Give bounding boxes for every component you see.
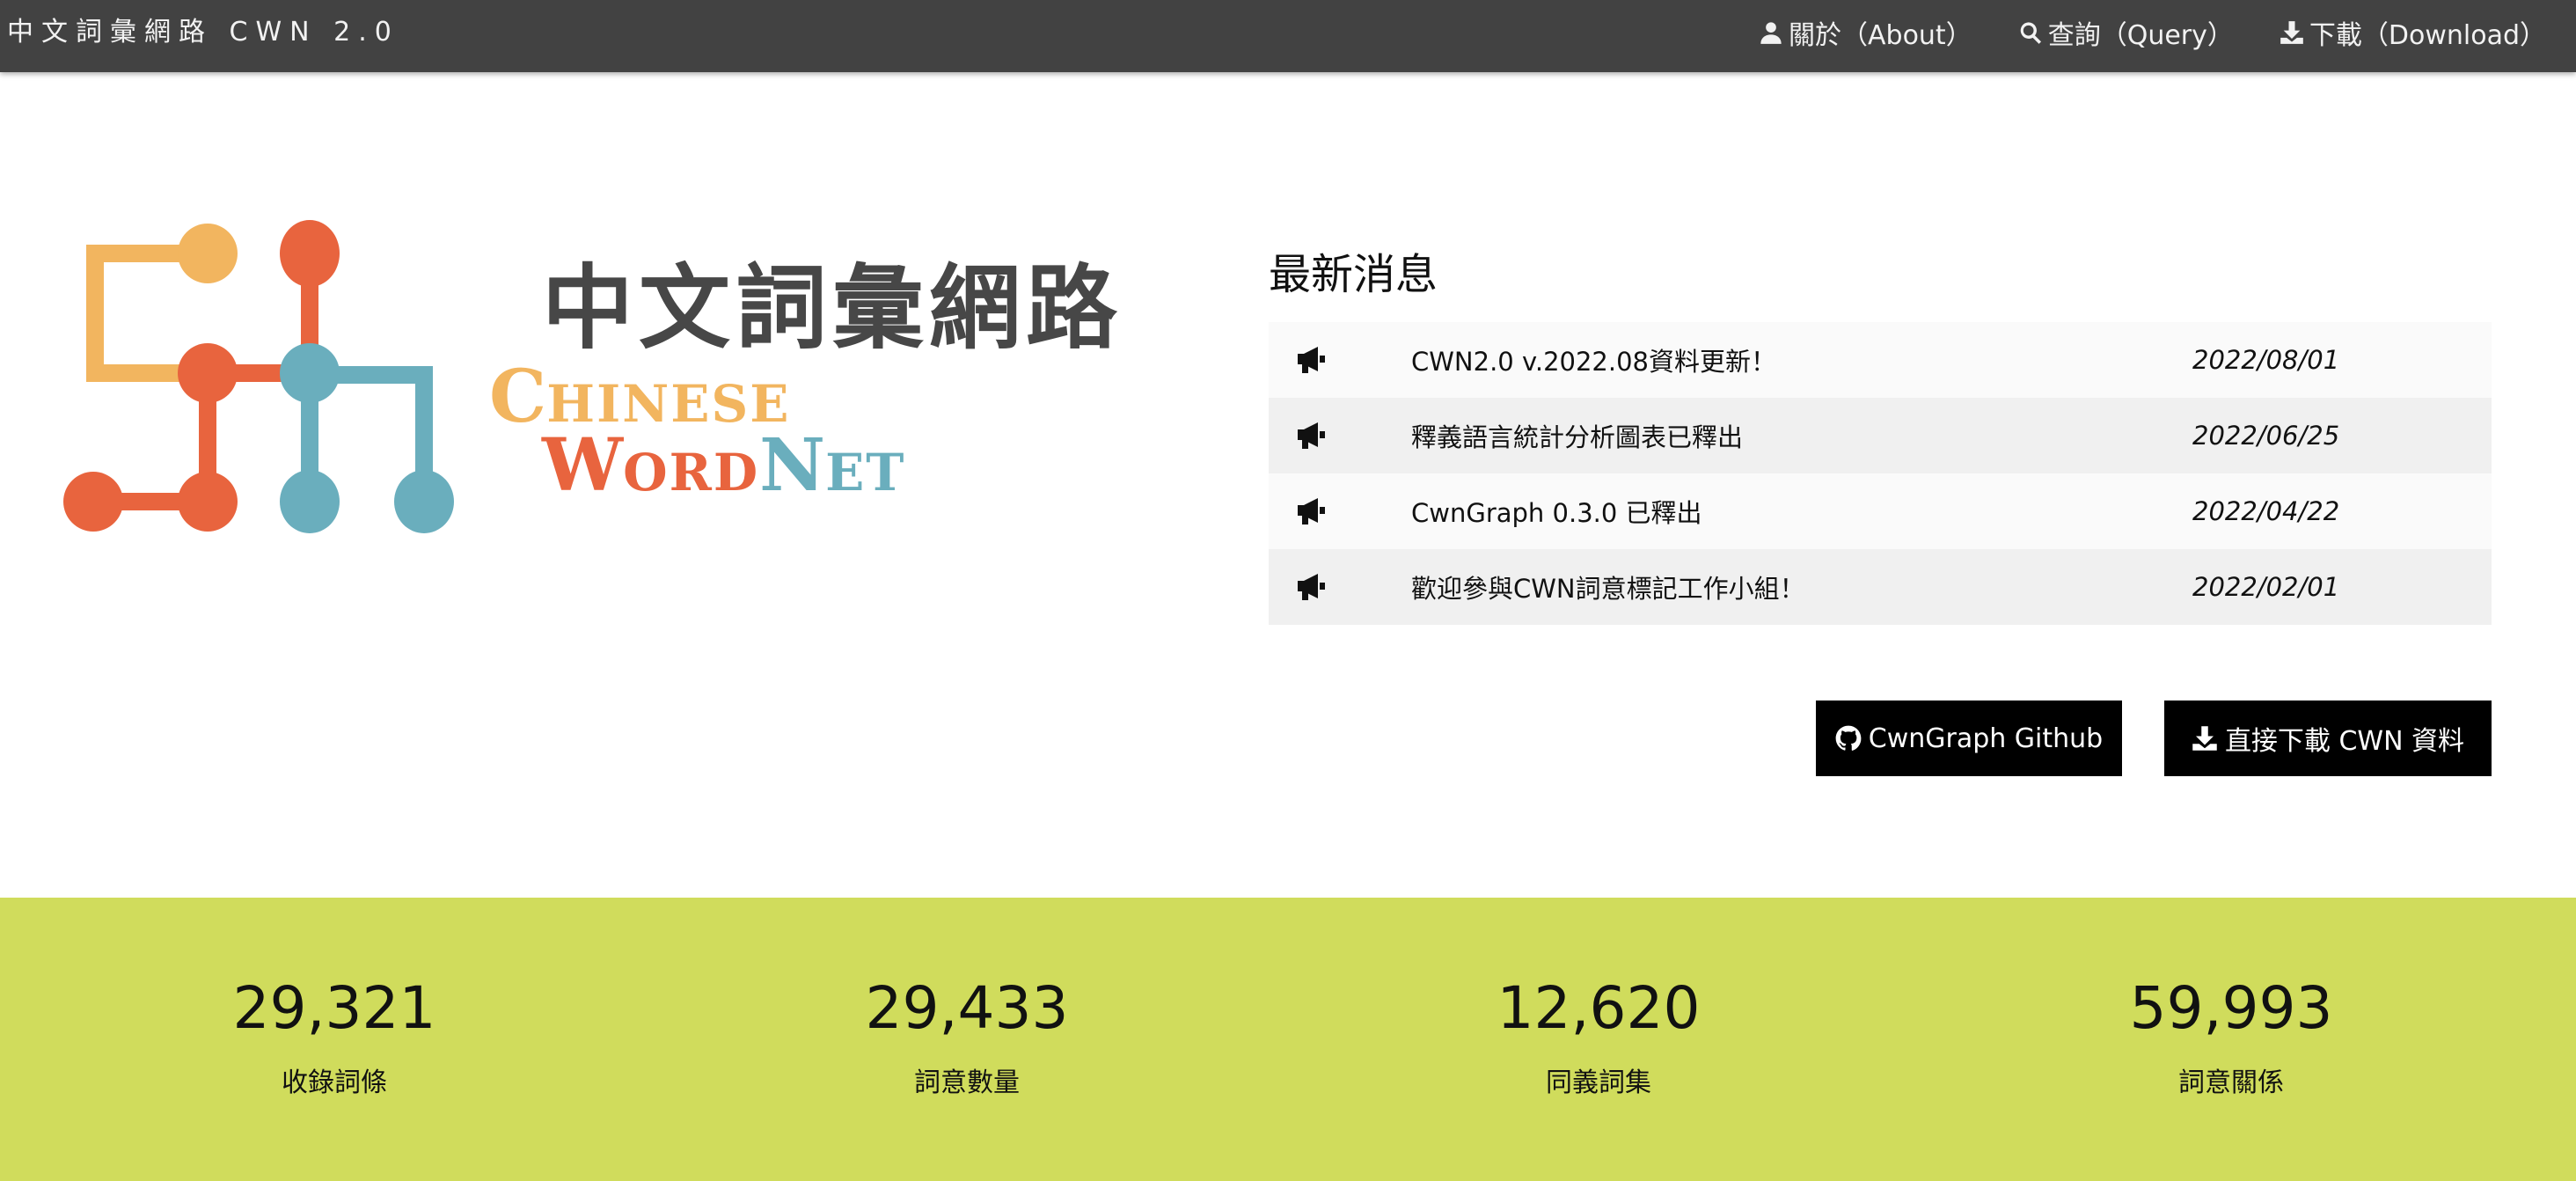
megaphone-icon xyxy=(1295,496,1327,526)
stat-entries: 29,321 收錄詞條 xyxy=(114,974,554,1099)
stat-value: 59,993 xyxy=(2129,974,2333,1042)
top-navbar: 中文詞彙網路 CWN 2.0 關於（About） 查詢（Query） 下載（Do… xyxy=(0,0,2576,72)
nav-link-download-label: 下載（Download） xyxy=(2309,20,2546,51)
stat-relations: 59,993 詞意關係 xyxy=(2011,974,2451,1099)
stat-label: 詞意數量 xyxy=(914,1067,1020,1098)
megaphone-icon xyxy=(1295,572,1327,602)
stat-label: 收錄詞條 xyxy=(282,1067,387,1098)
logo-english-chinese: CHINESE xyxy=(489,361,791,433)
news-item-date: 2022/06/25 xyxy=(2192,421,2340,451)
stat-label: 詞意關係 xyxy=(2178,1067,2284,1098)
stat-synsets: 12,620 同義詞集 xyxy=(1379,974,1819,1099)
nav-link-about-label: 關於（About） xyxy=(1789,20,1972,51)
news-item[interactable]: CWN2.0 v.2022.08資料更新！ 2022/08/01 xyxy=(1269,322,2492,398)
megaphone-icon xyxy=(1295,421,1327,451)
news-item-date: 2022/08/01 xyxy=(2192,345,2340,375)
stats-section: 29,321 收錄詞條 29,433 詞意數量 12,620 同義詞集 59,9… xyxy=(0,898,2576,1181)
news-list: CWN2.0 v.2022.08資料更新！ 2022/08/01 釋義語言統計分… xyxy=(1269,322,2492,625)
news-item-text[interactable]: CwnGraph 0.3.0 已釋出 xyxy=(1411,493,1702,530)
network-graph-logo-mark xyxy=(63,220,454,533)
stat-senses: 29,433 詞意數量 xyxy=(747,974,1187,1099)
cwngraph-github-button-label: CwnGraph Github xyxy=(1868,723,2104,754)
news-item-date: 2022/04/22 xyxy=(2192,496,2340,526)
news-title: 最新消息 xyxy=(1269,250,1438,299)
search-icon xyxy=(2020,22,2041,44)
logo-cap-w: W xyxy=(542,423,624,508)
news-item-text[interactable]: 歡迎參與CWN詞意標記工作小組！ xyxy=(1411,568,1805,605)
user-icon xyxy=(1760,22,1782,44)
megaphone-icon xyxy=(1295,345,1327,375)
cwngraph-github-button[interactable]: CwnGraph Github xyxy=(1816,701,2122,776)
nav-link-about[interactable]: 關於（About） xyxy=(1759,13,1972,52)
github-icon xyxy=(1835,725,1862,751)
nav-link-download[interactable]: 下載（Download） xyxy=(2280,13,2546,52)
news-item-text[interactable]: CWN2.0 v.2022.08資料更新！ xyxy=(1411,341,1776,378)
download-icon xyxy=(2192,726,2217,751)
news-item[interactable]: 歡迎參與CWN詞意標記工作小組！ 2022/02/01 xyxy=(1269,549,2492,625)
logo-cap-c: C xyxy=(489,355,547,439)
nav-link-query-label: 查詢（Query） xyxy=(2047,20,2234,51)
logo-english-wordnet: WORDNET xyxy=(542,429,905,502)
download-cwn-data-button[interactable]: 直接下載 CWN 資料 xyxy=(2164,701,2492,776)
news-item-date: 2022/02/01 xyxy=(2192,572,2340,602)
site-brand[interactable]: 中文詞彙網路 CWN 2.0 xyxy=(7,0,399,65)
cwn-logo: 中文詞彙網路 CHINESE WORDNET xyxy=(60,211,1117,546)
logo-cap-n: N xyxy=(759,423,826,508)
download-cwn-data-button-label: 直接下載 CWN 資料 xyxy=(2224,726,2465,757)
stat-value: 29,433 xyxy=(865,974,1069,1042)
nav-link-query[interactable]: 查詢（Query） xyxy=(2018,13,2234,52)
logo-rest-et: ET xyxy=(825,443,906,502)
stat-value: 12,620 xyxy=(1497,974,1701,1042)
logo-rest-ord: ORD xyxy=(623,443,760,502)
news-item-text[interactable]: 釋義語言統計分析圖表已釋出 xyxy=(1411,417,1743,454)
news-item[interactable]: 釋義語言統計分析圖表已釋出 2022/06/25 xyxy=(1269,398,2492,473)
logo-chinese-title: 中文詞彙網路 xyxy=(542,254,1123,362)
nav-links: 關於（About） 查詢（Query） 下載（Download） xyxy=(1759,0,2546,65)
news-item[interactable]: CwnGraph 0.3.0 已釋出 2022/04/22 xyxy=(1269,473,2492,549)
stat-value: 29,321 xyxy=(232,974,436,1042)
download-icon xyxy=(2280,21,2303,44)
stat-label: 同義詞集 xyxy=(1546,1067,1651,1098)
